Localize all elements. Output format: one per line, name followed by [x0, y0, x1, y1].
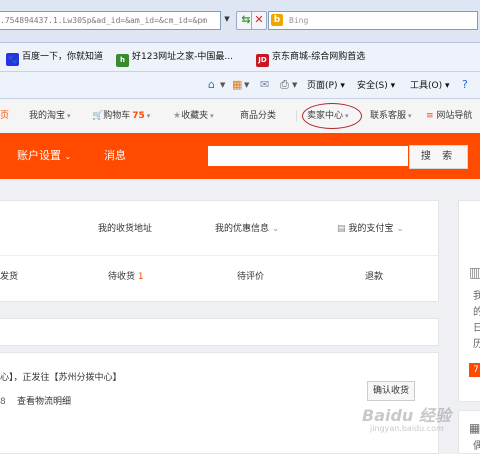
sidebar-badge: 7 — [469, 363, 480, 377]
chevron-down-icon: ▾ — [210, 112, 214, 120]
alipay-link[interactable]: ▤ 我的支付宝 ⌄ — [337, 223, 404, 235]
account-summary-card: 我的收货地址 我的优惠信息 ⌄ ▤ 我的支付宝 ⌄ 发货 待收货 1 待评价 退… — [0, 200, 439, 302]
chevron-down-icon: ⌄ — [271, 224, 280, 234]
favorite-label: 百度一下，你就知道 — [22, 52, 104, 62]
address-dropdown-icon[interactable]: ▼ — [222, 11, 232, 28]
divider — [0, 255, 438, 256]
favorite-item-jd[interactable]: JD 京东商城-综合网购首选 — [256, 50, 366, 67]
right-sidebar: ▥ 我 的 日 历 7 — [458, 200, 480, 402]
confirm-receipt-button[interactable]: 确认收货 — [367, 381, 415, 401]
chevron-down-icon: ▾ — [146, 112, 151, 120]
view-logistics-link[interactable]: 查看物流明细 — [17, 396, 71, 408]
card-icon: ▤ — [337, 224, 346, 234]
cart-count: 75 — [132, 111, 145, 121]
mail-icon[interactable]: ✉ — [260, 78, 269, 91]
calendar-icon: ▥ — [469, 265, 480, 281]
chevron-down-icon: ⌄ — [64, 152, 72, 161]
command-bar: ⌂ ▼ ▦ ▼ ✉ ⎙ ▼ 页面(P) ▾ 安全(S) ▾ 工具(O) ▾ ? — [0, 72, 480, 99]
sidebar-text: 历 — [473, 339, 480, 350]
rss-icon[interactable]: ▦ — [232, 78, 242, 91]
pending-count: 1 — [137, 272, 144, 282]
annotation-circle — [302, 103, 362, 129]
categories-link[interactable]: 商品分类 — [240, 109, 276, 123]
sidebar-text: 偶 — [473, 441, 480, 452]
chevron-down-icon: ▾ — [408, 112, 412, 120]
home-icon[interactable]: ⌂ — [208, 78, 215, 91]
star-icon: ★ — [173, 111, 182, 121]
tools-menu[interactable]: 工具(O) ▾ — [410, 79, 450, 93]
site-header: 账户设置 ⌄ 消息 搜 索 — [0, 133, 480, 179]
browser-address-bar: .754894437.1.Lw30Sp&ad_id=&am_id=&cm_id=… — [0, 0, 480, 43]
chevron-down-icon[interactable]: ▼ — [292, 81, 297, 89]
home-link[interactable]: 页 — [0, 109, 9, 123]
tab-refund[interactable]: 退款 — [365, 271, 383, 283]
coupons-link[interactable]: 我的优惠信息 ⌄ — [215, 223, 279, 235]
watermark: Baidu 经验 jingyan.baidu.com — [362, 400, 472, 440]
watermark-text: Baidu 经验 — [362, 406, 451, 425]
favorites-bar: 🐾 百度一下，你就知道 h 好123网址之家-中国最... JD 京东商城-综合网购首… — [0, 43, 480, 72]
jd-icon: JD — [256, 54, 269, 67]
help-icon[interactable]: ? — [462, 78, 468, 91]
site-search-input[interactable] — [207, 145, 409, 167]
messages-link[interactable]: 消息 — [104, 148, 126, 164]
section-header-strip — [0, 318, 439, 346]
contact-link[interactable]: 联系客服 ▾ — [370, 109, 412, 123]
page-menu[interactable]: 页面(P) ▾ — [307, 79, 345, 93]
cart-link[interactable]: 🛒购物车 75 ▾ — [92, 109, 150, 123]
baidu-icon: 🐾 — [6, 53, 19, 66]
favorite-item-baidu[interactable]: 🐾 百度一下，你就知道 — [6, 50, 104, 66]
menu-icon: ≡ — [426, 111, 434, 121]
site-topbar: 页 我的淘宝 ▾ 🛒购物车 75 ▾ ★收藏夹 ▾ 商品分类 卖家中心 ▾ 联系客服 ▾ ≡… — [0, 99, 480, 134]
tab-pending-review[interactable]: 待评价 — [237, 271, 264, 283]
chevron-down-icon[interactable]: ▼ — [220, 81, 225, 89]
search-button[interactable]: 搜 索 — [409, 145, 468, 169]
bing-icon: b — [271, 14, 283, 26]
site-nav-link[interactable]: ≡ 网站导航 — [426, 109, 472, 123]
my-taobao-link[interactable]: 我的淘宝 ▾ — [29, 109, 71, 123]
address-link[interactable]: 我的收货地址 — [98, 223, 152, 235]
chevron-down-icon: ▾ — [67, 112, 71, 120]
account-settings-menu[interactable]: 账户设置 ⌄ — [17, 148, 71, 165]
order-number-fragment: 8 — [0, 397, 6, 407]
divider — [296, 110, 297, 122]
browser-search-input[interactable]: b Bing — [268, 11, 478, 30]
sidebar-text: 日 — [473, 323, 480, 334]
tab-pending-receipt[interactable]: 待收货 1 — [108, 271, 144, 283]
address-input[interactable]: .754894437.1.Lw30Sp&ad_id=&am_id=&cm_id=… — [0, 11, 221, 30]
safety-menu[interactable]: 安全(S) ▾ — [357, 79, 395, 93]
stop-icon[interactable]: ✕ — [251, 11, 267, 30]
chevron-down-icon: ⌄ — [396, 224, 404, 234]
sidebar-text: 我 — [473, 291, 480, 302]
hao123-icon: h — [116, 54, 129, 67]
favorite-label: 京东商城-综合网购首选 — [272, 52, 366, 62]
cart-icon: 🛒 — [92, 111, 104, 121]
logistics-status-text: 心】，正发往【苏州分拨中心】 — [0, 373, 122, 383]
favorites-link[interactable]: ★收藏夹 ▾ — [173, 109, 214, 123]
search-placeholder: Bing — [289, 16, 309, 25]
favorite-label: 好123网址之家-中国最... — [132, 52, 234, 62]
watermark-url: jingyan.baidu.com — [370, 424, 444, 433]
tab-shipping[interactable]: 发货 — [0, 271, 18, 283]
chevron-down-icon[interactable]: ▼ — [244, 81, 249, 89]
print-icon[interactable]: ⎙ — [280, 78, 289, 92]
sidebar-text: 的 — [473, 307, 480, 318]
favorite-item-hao123[interactable]: h 好123网址之家-中国最... — [116, 50, 234, 67]
